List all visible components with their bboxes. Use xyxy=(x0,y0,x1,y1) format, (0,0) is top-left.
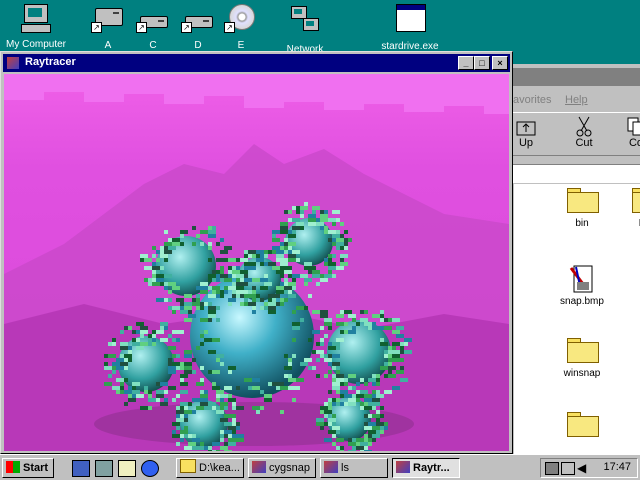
file-item-bitmap[interactable]: snap.bmp xyxy=(547,264,617,307)
window-title: Raytracer xyxy=(25,56,76,68)
internet-explorer-icon[interactable] xyxy=(141,460,159,477)
network-icon xyxy=(288,4,322,34)
desktop-show-icon[interactable] xyxy=(72,460,90,477)
file-list: bin Ima snap.bmp s winsnap xyxy=(514,184,640,456)
pc-card-icon[interactable] xyxy=(545,462,559,475)
task-button-explorer[interactable]: D:\kea... xyxy=(176,458,244,478)
app-icon xyxy=(7,57,19,69)
file-label: snap.bmp xyxy=(560,296,604,307)
explorer-window[interactable]: avorites Help Up Cut Co bin snap.bmp win… xyxy=(512,64,640,456)
render-canvas xyxy=(4,74,509,451)
explorer-toolbar: Up Cut Co xyxy=(512,112,640,156)
raytraced-fractal-image xyxy=(4,74,509,451)
app-icon xyxy=(324,461,338,473)
file-label: winsnap xyxy=(563,368,601,379)
task-label: ls xyxy=(341,462,349,474)
hard-drive-icon: ↗ xyxy=(136,4,170,34)
start-label: Start xyxy=(23,462,49,474)
computer-icon xyxy=(19,4,53,34)
folder-icon xyxy=(567,338,599,363)
cut-label: Cut xyxy=(575,137,593,149)
desktop-icon-network[interactable]: Network xyxy=(273,4,337,56)
file-label: s xyxy=(612,296,640,307)
desktop-icon-stardrive[interactable]: stardrive.exe xyxy=(378,4,442,53)
task-label: cygsnap xyxy=(269,462,310,474)
explorer-menubar: avorites Help xyxy=(512,92,640,108)
system-tray: ◀ 17:47 xyxy=(540,458,638,478)
address-bar[interactable] xyxy=(512,164,640,183)
file-label: bin xyxy=(575,218,589,229)
maximize-button[interactable]: □ xyxy=(474,56,490,70)
taskbar: Start D:\kea... cygsnap ls Raytr... ◀ 17… xyxy=(0,454,640,480)
scissors-icon xyxy=(573,115,595,137)
menu-favorites[interactable]: avorites xyxy=(513,94,552,106)
copy-label: Co xyxy=(628,137,640,149)
file-label: Ima xyxy=(612,218,640,229)
task-label: D:\kea... xyxy=(199,462,240,474)
minimize-button[interactable]: _ xyxy=(458,56,474,70)
task-button-ls[interactable]: ls xyxy=(320,458,388,478)
task-label: Raytr... xyxy=(413,462,450,474)
printer-icon[interactable] xyxy=(561,462,575,475)
up-folder-icon xyxy=(515,115,537,137)
floppy-drive-icon: ↗ xyxy=(91,4,125,34)
desktop-icon-label: My Computer xyxy=(5,39,66,50)
explorer-titlebar[interactable] xyxy=(512,68,640,86)
file-item-folder[interactable] xyxy=(547,412,617,437)
desktop-icon-drive-e[interactable]: ↗ E xyxy=(209,4,273,52)
task-button-raytracer[interactable]: Raytr... xyxy=(392,458,460,478)
notepad-pen-icon[interactable] xyxy=(118,460,136,477)
network-tool-icon[interactable] xyxy=(95,460,113,477)
folder-icon xyxy=(567,412,599,437)
application-window-icon xyxy=(393,4,427,34)
copy-button[interactable]: Co xyxy=(616,113,640,149)
windows-logo-icon xyxy=(6,461,20,473)
menu-help[interactable]: Help xyxy=(565,94,588,106)
raytracer-titlebar[interactable]: Raytracer _ □ × xyxy=(3,54,510,72)
volume-speaker-icon[interactable]: ◀ xyxy=(577,462,586,474)
folder-icon xyxy=(632,188,640,213)
cut-button[interactable]: Cut xyxy=(564,113,604,149)
folder-icon xyxy=(180,459,196,473)
app-icon xyxy=(252,461,266,473)
file-item-folder[interactable]: winsnap xyxy=(547,338,617,379)
desktop-icon-my-computer[interactable]: My Computer xyxy=(4,4,68,51)
start-button[interactable]: Start xyxy=(2,458,54,478)
folder-icon xyxy=(567,188,599,213)
file-item[interactable]: s xyxy=(612,264,640,307)
copy-icon xyxy=(625,115,640,137)
paint-file-icon xyxy=(567,264,597,294)
task-button-cygsnap[interactable]: cygsnap xyxy=(248,458,316,478)
file-item-folder[interactable]: bin xyxy=(547,188,617,229)
close-button[interactable]: × xyxy=(492,56,508,70)
raytracer-window[interactable]: Raytracer _ □ × xyxy=(0,51,513,454)
file-item-folder[interactable]: Ima xyxy=(612,188,640,229)
clock[interactable]: 17:47 xyxy=(603,461,631,473)
cd-drive-icon: ↗ xyxy=(224,4,258,34)
app-icon xyxy=(396,461,410,473)
